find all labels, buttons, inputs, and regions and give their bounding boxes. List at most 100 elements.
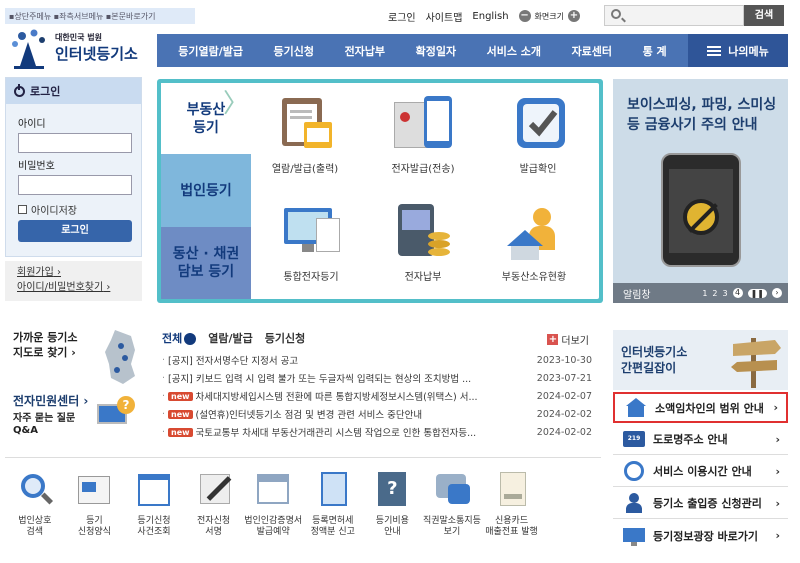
sitemap-link[interactable]: 사이트맵 — [426, 9, 463, 24]
id-field[interactable] — [18, 133, 132, 153]
login-header: 로그인 — [6, 78, 141, 104]
tab-all[interactable]: 전체 — [162, 330, 197, 346]
e-civil-center: 전자민원센터 › 자주 묻는 질문 Q&A ? — [5, 390, 145, 450]
quick-registration-cost[interactable]: ? 등기비용 안내 — [363, 470, 423, 550]
new-badge: new — [168, 427, 193, 437]
quick-cancellation-notice[interactable]: 직권말소통지등 보기 — [422, 470, 482, 550]
house-icon — [625, 397, 647, 418]
list-item[interactable]: · [공지] 키보드 입력 시 입력 불가 또는 두글자씩 입력되는 현상의 조치… — [162, 369, 592, 387]
warning-sign-icon — [683, 199, 719, 235]
chevron-right-icon: › — [775, 464, 780, 478]
list-item[interactable]: · new (설연휴)인터넷등기소 점검 및 변경 관련 서비스 중단안내 2024-… — [162, 405, 592, 423]
question-icon: ? — [117, 396, 135, 414]
service-integrated-e-registry[interactable]: 통합전자등기 — [261, 204, 361, 283]
service-e-issue[interactable]: 전자발급(전송) — [373, 96, 473, 175]
hamburger-icon — [707, 45, 722, 56]
quick-seal-certificate-reservation[interactable]: 법인인감증명서 발급예약 — [243, 470, 303, 550]
court-emblem-icon — [12, 29, 45, 69]
skip-links[interactable]: ▪상단주메뉴 ▪좌측서브메뉴 ▪본문바로가기 — [5, 8, 195, 24]
banner-footer: 알림창 1 2 3 4 ❚❚ › — [613, 283, 788, 303]
tab-corporate[interactable]: 법인등기 — [161, 154, 251, 227]
password-field[interactable] — [18, 175, 132, 195]
pause-icon[interactable]: ❚❚ — [747, 288, 767, 298]
service-verify[interactable]: 발급확인 — [488, 96, 588, 175]
guide-item-service-hours[interactable]: 서비스 이용시간 안내 › — [613, 456, 788, 487]
quick-registration-forms[interactable]: 등기 신청양식 — [65, 470, 125, 550]
document-icon — [313, 470, 353, 510]
join-link[interactable]: 회원가입 › — [17, 265, 130, 280]
nav-item-service-intro[interactable]: 서비스 소개 — [487, 43, 541, 59]
my-menu-button[interactable]: 나의메뉴 — [688, 34, 788, 67]
site-logo[interactable]: 대한민국 법원 인터넷등기소 — [8, 26, 148, 70]
zoom-out-icon[interactable]: − — [518, 10, 531, 22]
next-icon[interactable]: › — [772, 288, 782, 298]
login-title: 로그인 — [30, 85, 61, 98]
service-view-issue[interactable]: 열람/발급(출력) — [255, 96, 355, 175]
quick-corporate-name-search[interactable]: 법인상호 검색 — [5, 470, 65, 550]
nav-item-resources[interactable]: 자료센터 — [572, 43, 612, 59]
page-3[interactable]: 3 — [723, 289, 728, 298]
service-label: 부동산소유현황 — [501, 272, 567, 283]
e-document-icon — [394, 96, 452, 152]
guide-item-road-address[interactable]: 219 도로명주소 안내 › — [613, 424, 788, 455]
search-button[interactable]: 검색 — [744, 5, 784, 26]
banner-title: 보이스피싱, 파밍, 스미싱 등 금융사기 주의 안내 — [627, 97, 777, 133]
chevron-right-icon: › — [775, 529, 780, 542]
chevron-right-icon: › — [775, 432, 780, 446]
list-item[interactable]: · [공지] 전자서명수단 지정서 공고 2023-10-30 — [162, 351, 592, 369]
login-link[interactable]: 로그인 — [388, 9, 416, 24]
nav-item-registration[interactable]: 등기신청 — [274, 43, 314, 59]
faq-link[interactable]: 자주 묻는 질문 Q&A — [13, 413, 75, 437]
question-book-icon: ? — [372, 470, 412, 510]
service-e-payment[interactable]: 전자납부 — [373, 204, 473, 283]
chevron-right-icon: › — [773, 401, 778, 414]
quick-guide-header[interactable]: 인터넷등기소 간편길잡이 — [613, 330, 788, 390]
more-link[interactable]: + 더보기 — [547, 332, 589, 347]
search-input[interactable] — [604, 5, 744, 26]
zoom-in-icon[interactable]: + — [567, 10, 580, 22]
page-2[interactable]: 2 — [712, 289, 717, 298]
find-account-link[interactable]: 아이디/비밀번호찾기 › — [17, 280, 130, 295]
save-id-label: 아이디저장 — [31, 206, 77, 217]
service-label: 통합전자등기 — [283, 272, 339, 283]
nav-item-e-payment[interactable]: 전자납부 — [345, 43, 385, 59]
new-badge: new — [168, 409, 193, 419]
save-id-option[interactable]: 아이디저장 — [18, 202, 77, 217]
nav-item-fixed-date[interactable]: 확정일자 — [416, 43, 456, 59]
top-links: 로그인 사이트맵 English − 화면크기 + — [388, 6, 580, 26]
screen-size-control: − 화면크기 + — [518, 10, 580, 22]
quick-e-signature[interactable]: 전자신청 서명 — [184, 470, 244, 550]
page-4[interactable]: 4 — [732, 288, 743, 298]
calendar-icon — [253, 470, 293, 510]
banner-footer-label: 알림창 — [623, 289, 651, 301]
guide-item-small-tenant[interactable]: 소액임차인의 범위 안내 › — [613, 392, 788, 423]
map-link-title: 가까운 등기소 지도로 찾기 › — [13, 331, 78, 359]
save-id-checkbox[interactable] — [18, 205, 27, 214]
guide-item-access-card[interactable]: 등기소 출입증 신청관리 › — [613, 488, 788, 519]
login-button[interactable]: 로그인 — [18, 220, 132, 242]
speech-bubble-icon — [432, 470, 472, 510]
signpost-icon — [731, 338, 781, 388]
e-civil-center-link[interactable]: 전자민원센터 › — [13, 392, 88, 409]
tab-view-issue[interactable]: 열람/발급 — [208, 330, 253, 346]
nav-item-view-issue[interactable]: 등기열람/발급 — [178, 43, 243, 59]
quick-card-receipt[interactable]: 신용카드 매출전표 발행 — [482, 470, 542, 550]
tab-registration[interactable]: 등기신청 — [265, 330, 305, 346]
magnifier-icon — [15, 470, 55, 510]
fraud-warning-banner[interactable]: 보이스피싱, 파밍, 스미싱 등 금융사기 주의 안내 알림창 1 2 3 4 … — [613, 79, 788, 303]
my-menu-label: 나의메뉴 — [728, 44, 769, 58]
tab-movable-property[interactable]: 동산 · 채권 담보 등기 — [161, 227, 251, 299]
page-1[interactable]: 1 — [702, 289, 707, 298]
list-item[interactable]: · new 국토교통부 차세대 부동산거래관리 시스템 작업으로 인한 통합전자등.… — [162, 423, 592, 441]
nearby-registry-map-link[interactable]: 가까운 등기소 지도로 찾기 › — [5, 326, 145, 396]
nav-item-statistics[interactable]: 통 계 — [643, 43, 667, 59]
service-ownership-status[interactable]: 부동산소유현황 — [484, 204, 584, 283]
checkmark-icon — [509, 96, 567, 152]
guide-item-data-plaza[interactable]: 등기정보광장 바로가기 › — [613, 520, 788, 551]
account-links: 회원가입 › 아이디/비밀번호찾기 › — [5, 261, 142, 301]
english-link[interactable]: English — [472, 11, 508, 22]
list-item[interactable]: · new 차세대지방세입시스템 전환에 따른 통합지방세정보시스템(위택스) 서.… — [162, 387, 592, 405]
tab-real-estate[interactable]: 부동산 등기 〉 — [161, 83, 251, 154]
quick-case-lookup[interactable]: 등기신청 사건조회 — [124, 470, 184, 550]
quick-registration-tax[interactable]: 등록면허세 정액분 신고 — [303, 470, 363, 550]
